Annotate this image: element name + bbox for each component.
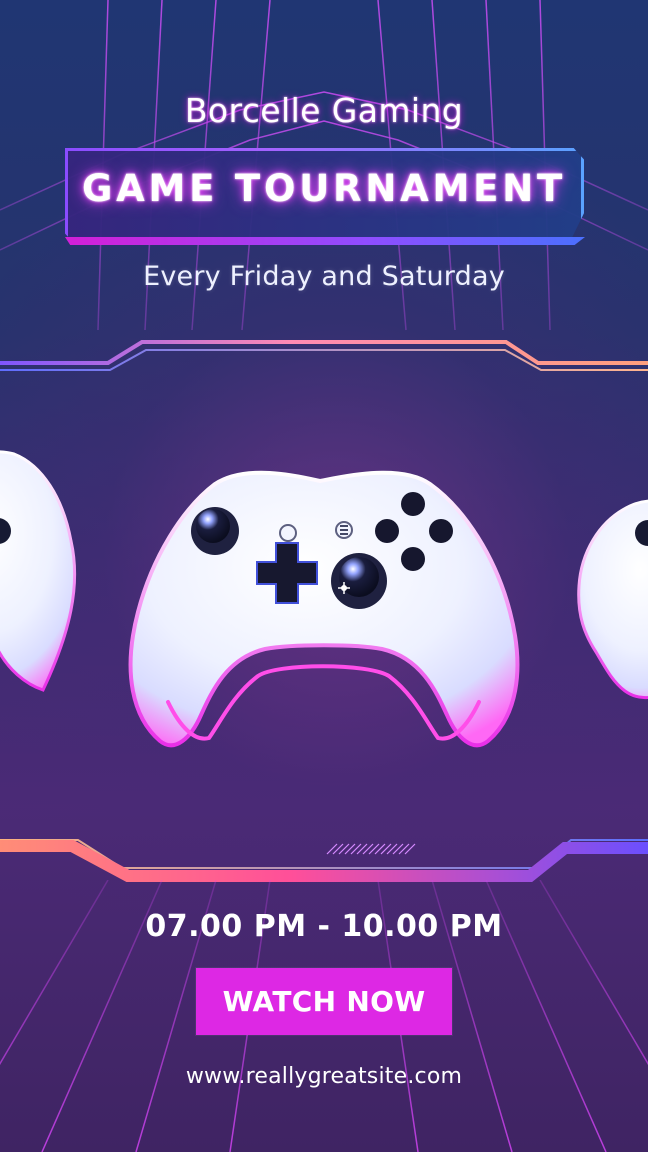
center-game-controller-icon bbox=[128, 470, 520, 748]
right-side-controller-icon bbox=[577, 499, 648, 700]
controller-group-icon bbox=[0, 450, 648, 748]
brand-name: Borcelle Gaming bbox=[184, 91, 464, 130]
event-title: GAME TOURNAMENT bbox=[81, 167, 567, 210]
website-link[interactable]: www.reallygreatsite.com bbox=[0, 1064, 648, 1089]
left-side-controller-icon bbox=[0, 450, 77, 692]
watch-now-button[interactable]: WATCH NOW bbox=[196, 968, 452, 1035]
title-underline bbox=[65, 237, 585, 245]
event-time: 07.00 PM - 10.00 PM bbox=[145, 909, 503, 944]
top-neon-frame bbox=[0, 340, 648, 371]
event-schedule: Every Friday and Saturday bbox=[143, 261, 505, 292]
bottom-neon-frame bbox=[0, 839, 648, 882]
game-tournament-poster: Borcelle Gaming GAME TOURNAMENT Every Fr… bbox=[0, 0, 648, 1152]
